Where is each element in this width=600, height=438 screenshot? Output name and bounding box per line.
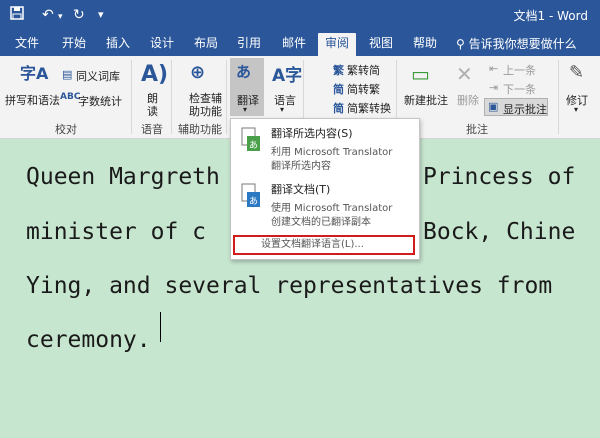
tab-mailings[interactable]: 邮件	[282, 35, 306, 52]
language-dropdown-icon: ▾	[280, 105, 285, 114]
delete-comment-button[interactable]: 删除	[457, 92, 479, 108]
translate-selection-item[interactable]: 翻译所选内容(S)	[271, 125, 353, 141]
doc-line-3: Ying, and several representatives from	[26, 273, 553, 299]
tab-help[interactable]: 帮助	[413, 35, 437, 52]
read-aloud-icon: A)	[141, 62, 169, 87]
thesaurus-icon: ▤	[62, 68, 73, 81]
translate-menu: あ 翻译所选内容(S) 利用 Microsoft Translator 翻译所选…	[230, 118, 420, 260]
to-simplified-button[interactable]: 繁转简	[347, 62, 380, 78]
check-accessibility-button[interactable]: 检查辅助功能	[189, 92, 223, 118]
conversion-icon: 简	[333, 102, 344, 115]
show-comments-button[interactable]: 显示批注	[503, 101, 547, 117]
undo-icon[interactable]: ↶	[42, 6, 54, 24]
separator	[558, 60, 559, 134]
translate-document-desc1: 使用 Microsoft Translator	[271, 203, 393, 214]
translate-selection-desc1: 利用 Microsoft Translator	[271, 147, 393, 158]
doc-line-1a: Queen Margreth	[26, 164, 220, 190]
show-comments-icon: ▣	[488, 100, 499, 113]
translate-selection-desc2: 翻译所选内容	[271, 161, 331, 172]
translate-document-icon: あ	[241, 183, 261, 209]
ribbon-tabs: 文件 开始 插入 设计 布局 引用 邮件 审阅 视图 帮助 ⚲ 告诉我你想要做什…	[0, 31, 600, 56]
svg-text:あ: あ	[249, 140, 258, 151]
tab-review[interactable]: 审阅	[318, 33, 357, 56]
tell-me-box[interactable]: ⚲ 告诉我你想要做什么	[456, 35, 577, 52]
search-icon: ⚲	[456, 37, 465, 51]
next-comment-button[interactable]: 下一条	[503, 81, 536, 97]
track-changes-dropdown-icon: ▾	[574, 105, 579, 114]
tab-layout[interactable]: 布局	[194, 35, 218, 52]
previous-comment-button[interactable]: 上一条	[503, 62, 536, 78]
translate-selection-icon: あ	[241, 127, 261, 153]
doc-line-1b: Princess of	[423, 164, 576, 190]
language-icon: A字	[272, 66, 303, 86]
spelling-icon: 字A	[20, 64, 49, 83]
svg-text:あ: あ	[249, 196, 258, 207]
set-translation-language-item[interactable]: 设置文档翻译语言(L)...	[233, 235, 415, 255]
doc-line-2b: Bock, Chine	[423, 219, 576, 245]
redo-icon[interactable]: ↻	[73, 6, 85, 24]
tab-view[interactable]: 视图	[369, 35, 393, 52]
customize-qat-icon[interactable]: ▾	[98, 6, 104, 24]
tab-references[interactable]: 引用	[237, 35, 261, 52]
read-aloud-button[interactable]: 朗读	[147, 92, 159, 118]
translate-button[interactable]: 翻译	[237, 92, 259, 108]
tell-me-text: 告诉我你想要做什么	[468, 37, 577, 51]
group-speech: 语音	[141, 123, 163, 136]
new-comment-icon: ▭	[411, 62, 430, 86]
translate-document-item[interactable]: 翻译文档(T)	[271, 181, 330, 197]
undo-dropdown-icon[interactable]: ▾	[58, 8, 63, 26]
next-comment-icon: ⇥	[489, 81, 499, 94]
group-accessibility: 辅助功能	[178, 123, 222, 136]
spelling-button[interactable]: 拼写和语法	[5, 92, 60, 108]
translate-dropdown-icon: ▾	[243, 105, 248, 114]
tab-home[interactable]: 开始	[62, 35, 86, 52]
separator	[226, 60, 227, 134]
group-proofing: 校对	[55, 123, 77, 136]
word-count-button[interactable]: 字数统计	[78, 93, 122, 109]
tab-file[interactable]: 文件	[15, 35, 39, 52]
translate-icon: あ	[236, 63, 252, 81]
trad-to-simp-icon: 繁	[333, 64, 344, 77]
delete-comment-icon: ✕	[456, 62, 473, 86]
window-title: 文档1 - Word	[513, 9, 588, 23]
separator	[171, 60, 172, 134]
group-comments: 批注	[466, 123, 488, 136]
separator	[131, 60, 132, 134]
tab-design[interactable]: 设计	[150, 35, 174, 52]
save-icon[interactable]	[10, 6, 24, 25]
language-button[interactable]: 语言	[274, 92, 296, 108]
doc-line-4: ceremony.	[26, 327, 151, 353]
to-traditional-button[interactable]: 简转繁	[347, 81, 380, 97]
previous-comment-icon: ⇤	[489, 62, 499, 75]
simp-to-trad-icon: 简	[333, 83, 344, 96]
text-cursor	[160, 312, 161, 342]
track-changes-icon: ✎	[569, 62, 585, 83]
new-comment-button[interactable]: 新建批注	[404, 92, 448, 108]
tab-insert[interactable]: 插入	[106, 35, 130, 52]
accessibility-check-icon: ⊕	[190, 62, 206, 83]
doc-line-2a: minister of c	[26, 219, 207, 245]
translate-document-desc2: 创建文档的已翻译副本	[271, 217, 371, 228]
title-bar: ↶ ▾ ↻ ▾ 文档1 - Word	[0, 0, 600, 31]
chinese-conversion-button[interactable]: 简繁转换	[347, 100, 391, 116]
thesaurus-button[interactable]: 同义词库	[76, 68, 120, 84]
